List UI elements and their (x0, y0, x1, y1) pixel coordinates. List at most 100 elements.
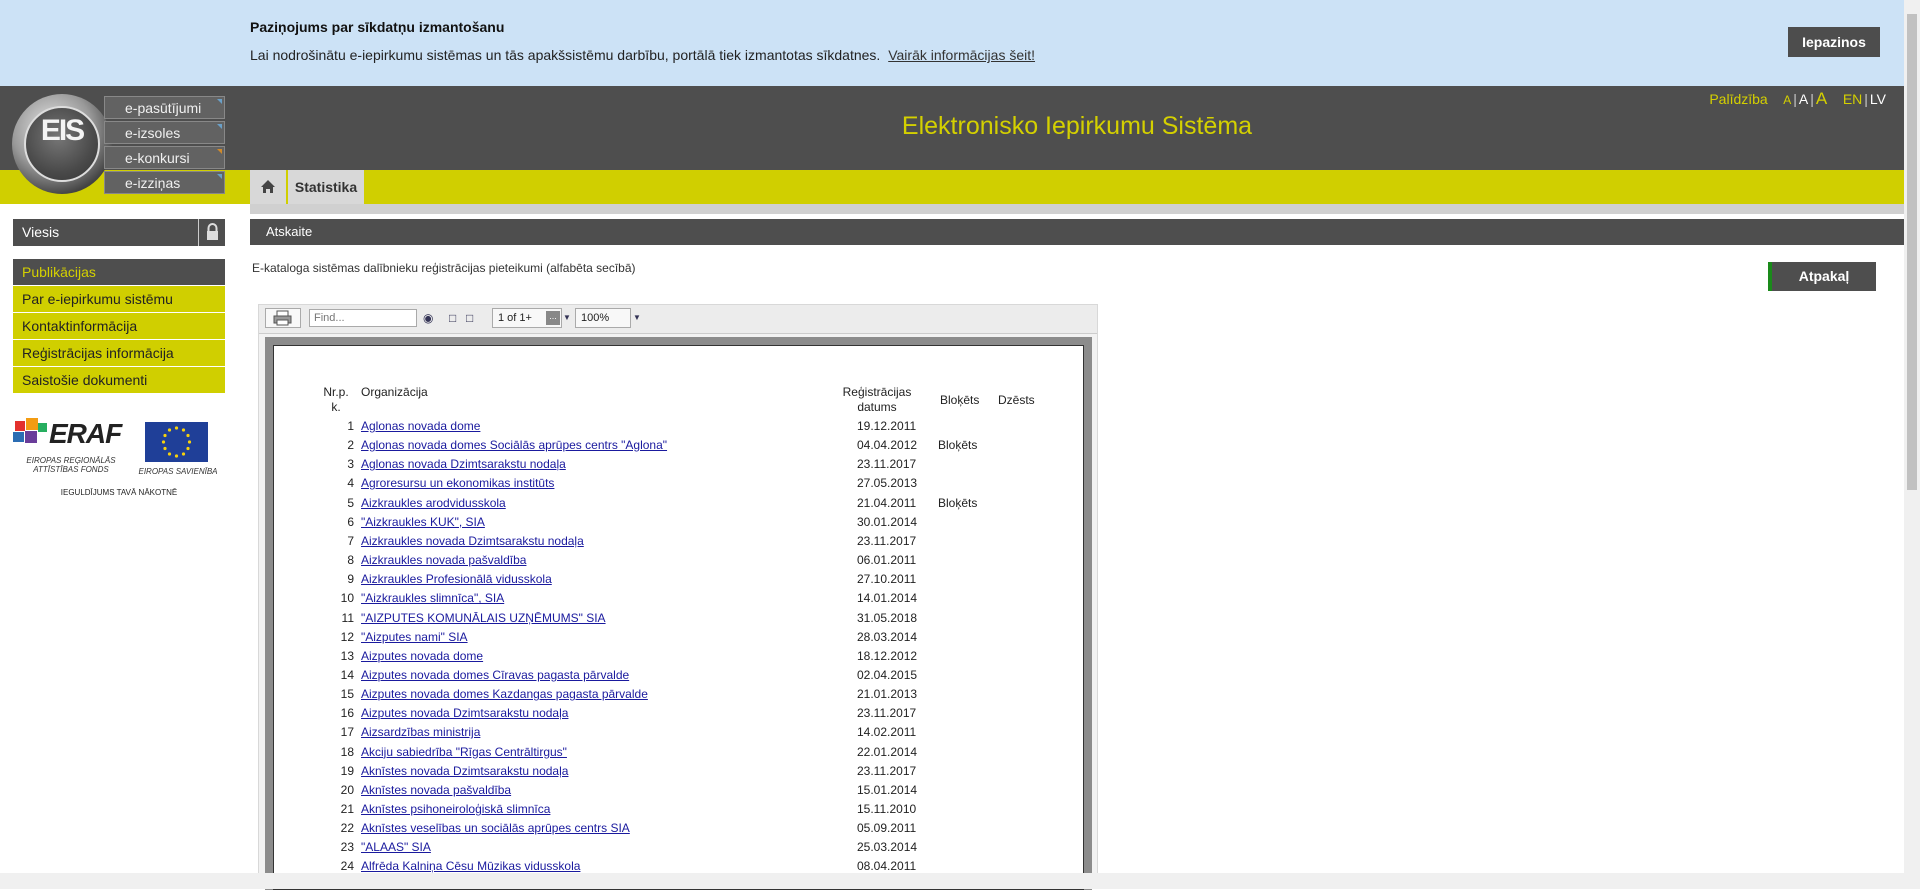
emenu-eizsoles[interactable]: e-izsoles (104, 121, 225, 144)
table-row: 16 Aizputes novada Dzimtsarakstu nodaļa 23… (274, 706, 1083, 725)
table-row: 5 Aizkraukles arodvidusskola 21.04.2011 Blo… (274, 496, 1083, 515)
printer-icon (273, 310, 292, 326)
row-number: 7 (347, 533, 354, 548)
organization-link[interactable]: Aknīstes veselības un sociālās aprūpes c… (361, 821, 630, 835)
registration-date: 27.10.2011 (857, 572, 917, 587)
tab-home[interactable] (250, 170, 286, 204)
organization-link[interactable]: Aknīstes psihoneiroloģiskā slimnīca (361, 802, 550, 816)
zoom-value: 100% (581, 312, 610, 324)
vertical-scrollbar[interactable] (1904, 0, 1920, 873)
organization-link[interactable]: Agroresursu un ekonomikas institūts (361, 476, 554, 490)
organization-link[interactable]: Aizputes novada dome (361, 649, 483, 663)
table-row: 10 "Aizkraukles slimnīca", SIA 14.01.2014 (274, 591, 1083, 610)
col-header-nr: Nr.p. k. (316, 385, 356, 415)
organization-link[interactable]: "ALAAS" SIA (361, 840, 431, 854)
registration-date: 06.01.2011 (857, 553, 917, 568)
organization-link[interactable]: Aizsardzības ministrija (361, 725, 480, 739)
eraf-slogan: IEGULDĪJUMS TAVĀ NĀKOTNĒ (60, 488, 178, 497)
registration-date: 21.01.2013 (857, 687, 918, 702)
report-viewer: ◉ □ □ 1 of 1+ ... ▼ 100% ▼ Nr.p. k. Orga… (258, 304, 1098, 890)
organization-link[interactable]: Aknīstes novada pašvaldība (361, 783, 511, 797)
site-header: Elektronisko Iepirkumu Sistēma Palīdzība… (0, 86, 1904, 170)
cookie-more-link[interactable]: Vairāk informācijas šeit! (888, 47, 1035, 63)
row-number: 17 (340, 725, 354, 740)
prev-page-icon[interactable]: □ (449, 311, 463, 325)
table-row: 18 Akciju sabiedrība "Rīgas Centrāltirgus… (274, 745, 1083, 764)
emenu-eizzinas[interactable]: e-izziņas (104, 171, 225, 194)
back-button[interactable]: Atpakaļ (1768, 262, 1876, 291)
emenu-epasutijumi[interactable]: e-pasūtījumi (104, 96, 225, 119)
eraf-logo-text: ERAF (49, 418, 122, 449)
zoom-dropdown-icon[interactable]: ▼ (633, 311, 647, 325)
organization-link[interactable]: "Aizputes nami" SIA (361, 630, 468, 644)
organization-link[interactable]: Alfrēda Kalniņa Cēsu Mūzikas vidusskola (361, 859, 580, 873)
row-number: 3 (347, 457, 354, 472)
nav-item-par-sistemu[interactable]: Par e-iepirkumu sistēmu (13, 286, 225, 312)
font-size-small[interactable]: A (1783, 93, 1791, 107)
organization-link[interactable]: Aizputes novada domes Kazdangas pagasta … (361, 687, 648, 701)
organization-link[interactable]: Aglonas novada dome (361, 419, 480, 433)
organization-link[interactable]: Aizputes novada domes Cīravas pagasta pā… (361, 668, 629, 682)
find-input[interactable] (309, 309, 417, 327)
organization-link[interactable]: Aizkraukles novada pašvaldība (361, 553, 526, 567)
page-indicator-text: 1 of 1+ (498, 312, 532, 324)
registration-date: 30.01.2014 (857, 514, 918, 529)
eis-logo[interactable]: EIS (12, 94, 112, 194)
emenu-ekonkursi[interactable]: e-konkursi (104, 146, 225, 169)
registration-date: 28.03.2014 (857, 629, 918, 644)
table-row: 12 "Aizputes nami" SIA 28.03.2014 (274, 630, 1083, 649)
row-number: 15 (340, 687, 354, 702)
registration-date: 25.03.2014 (857, 840, 918, 855)
top-links: Palīdzība A | A | A EN | LV (1709, 89, 1886, 108)
table-row: 2 Aglonas novada domes Sociālās aprūpes c… (274, 438, 1083, 457)
print-button[interactable] (265, 308, 301, 328)
organization-link[interactable]: "AIZPUTES KOMUNĀLAIS UZŅĒMUMS" SIA (361, 611, 606, 625)
organization-link[interactable]: Aizkraukles novada Dzimtsarakstu nodaļa (361, 534, 584, 548)
organization-link[interactable]: Akciju sabiedrība "Rīgas Centrāltirgus" (361, 745, 567, 759)
lang-en[interactable]: EN (1843, 91, 1862, 107)
registration-date: 22.01.2014 (857, 744, 918, 759)
organization-link[interactable]: Aizkraukles Profesionālā vidusskola (361, 572, 552, 586)
organization-link[interactable]: "Aizkraukles KUK", SIA (361, 515, 485, 529)
horizontal-scrollbar[interactable] (0, 873, 1920, 889)
binoculars-icon[interactable]: ◉ (423, 311, 437, 325)
organization-link[interactable]: Aknīstes novada Dzimtsarakstu nodaļa (361, 764, 568, 778)
row-number: 21 (340, 802, 354, 816)
cookie-accept-button[interactable]: Iepazinos (1788, 27, 1880, 57)
eu-text: EIROPAS SAVIENĪBA (138, 467, 218, 476)
organization-link[interactable]: Aglonas novada Dzimtsarakstu nodaļa (361, 457, 566, 471)
font-size-medium[interactable]: A (1799, 91, 1808, 107)
zoom-select[interactable]: 100% (575, 308, 631, 328)
registration-date: 05.09.2011 (857, 821, 917, 836)
organization-link[interactable]: Aizputes novada Dzimtsarakstu nodaļa (361, 706, 568, 720)
home-icon (261, 180, 275, 193)
next-page-icon[interactable]: □ (466, 311, 480, 325)
col-header-blocked: Bloķēts (940, 393, 980, 407)
row-number: 2 (347, 438, 354, 453)
login-button[interactable] (198, 219, 225, 246)
row-number: 18 (340, 744, 354, 759)
lang-lv[interactable]: LV (1870, 91, 1886, 107)
tab-statistika[interactable]: Statistika (288, 170, 364, 204)
nav-item-registracijas-informacija[interactable]: Reģistrācijas informācija (13, 340, 225, 366)
blocked-status: Bloķēts (938, 438, 978, 453)
table-row: 7 Aizkraukles novada Dzimtsarakstu nodaļa… (274, 534, 1083, 553)
vertical-scroll-thumb[interactable] (1907, 14, 1917, 490)
row-number: 6 (347, 514, 354, 529)
nav-item-kontaktinformacija[interactable]: Kontaktinformācija (13, 313, 225, 339)
registration-date: 21.04.2011 (857, 495, 917, 510)
organization-link[interactable]: "Aizkraukles slimnīca", SIA (361, 591, 504, 605)
organization-link[interactable]: Aizkraukles arodvidusskola (361, 496, 506, 510)
section-header: Atskaite (250, 219, 1904, 245)
sidebar-nav: Publikācijas Par e-iepirkumu sistēmu Kon… (13, 259, 225, 394)
help-link[interactable]: Palīdzība (1709, 91, 1767, 107)
row-number: 11 (341, 610, 354, 625)
page-indicator[interactable]: 1 of 1+ ... (492, 308, 562, 328)
nav-item-saistosie-dokumenti[interactable]: Saistošie dokumenti (13, 367, 225, 393)
organization-link[interactable]: Aglonas novada domes Sociālās aprūpes ce… (361, 438, 667, 452)
registration-date: 15.01.2014 (857, 782, 918, 797)
font-size-large[interactable]: A (1816, 89, 1827, 108)
row-number: 19 (340, 763, 354, 778)
eraf-eu-logos: ERAF EIROPAS REĢIONĀLĀS ATTĪSTĪBAS FONDS… (13, 418, 225, 503)
nav-item-publikacijas[interactable]: Publikācijas (13, 259, 225, 285)
